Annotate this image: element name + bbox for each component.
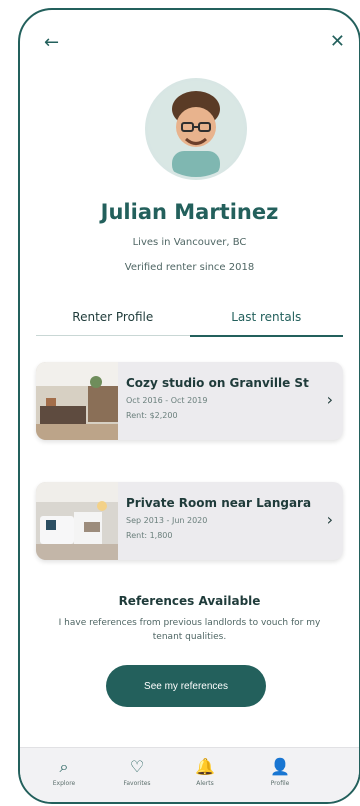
rental-title: Private Room near Langara bbox=[126, 496, 312, 510]
close-icon[interactable]: ✕ bbox=[330, 31, 345, 52]
profile-location: Lives in Vancouver, BC bbox=[132, 237, 247, 248]
nav-favorites[interactable]: ♡ Favorites bbox=[107, 757, 167, 788]
rental-thumbnail bbox=[36, 362, 118, 440]
profile-verified: Verified renter since 2018 bbox=[124, 262, 255, 273]
phone-frame: ← ✕ Julian Martinez Lives in Vancouver, … bbox=[18, 8, 360, 804]
top-bar: ← ✕ bbox=[44, 31, 345, 56]
heart-icon: ♡ bbox=[129, 757, 145, 776]
nav-explore[interactable]: ⌕ Explore bbox=[34, 757, 94, 788]
rental-card[interactable]: Private Room near Langara Sep 2013 - Jun… bbox=[36, 482, 343, 560]
tab-bar: Renter Profile Last rentals bbox=[36, 310, 344, 337]
rental-card[interactable]: Cozy studio on Granville St Oct 2016 - O… bbox=[36, 362, 343, 440]
nav-alerts[interactable]: 🔔 Alerts bbox=[175, 757, 235, 788]
user-icon: 👤 bbox=[270, 757, 290, 776]
avatar bbox=[145, 78, 247, 180]
arrow-left-icon[interactable]: ← bbox=[44, 32, 59, 53]
nav-profile-label: Profile bbox=[270, 780, 290, 787]
search-icon: ⌕ bbox=[59, 757, 69, 776]
rental-dates: Oct 2016 - Oct 2019 bbox=[126, 396, 208, 405]
nav-alerts-label: Alerts bbox=[196, 780, 214, 787]
rental-title: Cozy studio on Granville St bbox=[126, 376, 309, 390]
bell-icon: 🔔 bbox=[195, 757, 215, 776]
rental-rent: Rent: $2,200 bbox=[126, 411, 178, 420]
tab-last-rentals[interactable]: Last rentals bbox=[190, 310, 344, 324]
references-title: References Available bbox=[118, 594, 261, 608]
profile-name: Julian Martinez bbox=[100, 200, 279, 224]
nav-profile[interactable]: 👤 Profile bbox=[250, 757, 310, 788]
rental-dates: Sep 2013 - Jun 2020 bbox=[126, 516, 208, 525]
nav-favorites-label: Favorites bbox=[123, 780, 151, 787]
rental-rent: Rent: 1,800 bbox=[126, 531, 173, 540]
tab-active-indicator bbox=[189, 335, 343, 337]
chevron-right-icon[interactable]: › bbox=[327, 390, 333, 409]
bottom-nav: ⌕ Explore ♡ Favorites 🔔 Alerts 👤 Profile bbox=[20, 747, 359, 802]
chevron-right-icon[interactable]: › bbox=[327, 510, 333, 529]
rental-info: Private Room near Langara Sep 2013 - Jun… bbox=[126, 496, 315, 540]
tab-renter-profile[interactable]: Renter Profile bbox=[36, 310, 190, 324]
rental-thumbnail bbox=[36, 482, 118, 560]
references-description: I have references from previous landlord… bbox=[58, 618, 321, 642]
nav-explore-label: Explore bbox=[52, 780, 76, 787]
rental-info: Cozy studio on Granville St Oct 2016 - O… bbox=[126, 376, 315, 420]
avatar-image bbox=[148, 81, 244, 177]
see-references-button[interactable]: See my references bbox=[106, 665, 266, 707]
